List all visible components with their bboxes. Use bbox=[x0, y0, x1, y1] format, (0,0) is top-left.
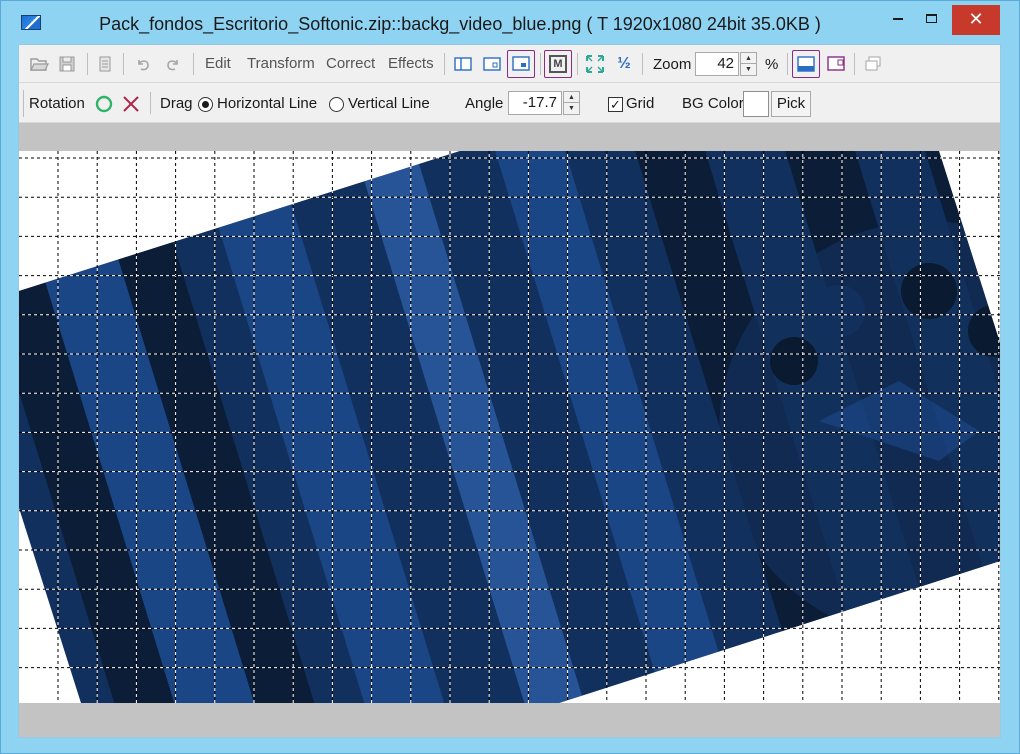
stepper-down-icon[interactable]: ▼ bbox=[741, 64, 756, 75]
image-canvas[interactable] bbox=[19, 151, 1000, 703]
zoom-input[interactable]: 42 bbox=[695, 52, 739, 76]
drag-label: Drag bbox=[160, 95, 193, 112]
undo-button[interactable] bbox=[131, 52, 155, 76]
minimize-button[interactable] bbox=[883, 5, 913, 35]
canvas-area bbox=[19, 123, 1000, 737]
fraction-icon: ½ bbox=[617, 55, 631, 72]
toolbar-separator bbox=[123, 53, 124, 75]
window-title: Pack_fondos_Escritorio_Softonic.zip::bac… bbox=[99, 14, 821, 34]
editor-client-area: Edit Transform Correct Effects M ½ Zoom … bbox=[18, 44, 1001, 738]
windows-cascade-icon bbox=[865, 56, 881, 71]
menu-correct[interactable]: Correct bbox=[326, 55, 375, 72]
status-bar bbox=[19, 703, 1000, 737]
close-icon: ✕ bbox=[968, 9, 984, 29]
film-reel-hole bbox=[813, 285, 865, 337]
toolbar-separator bbox=[642, 53, 643, 75]
minimize-icon bbox=[893, 17, 903, 20]
ok-circle-icon bbox=[95, 95, 113, 113]
bg-color-label: BG Color bbox=[682, 95, 744, 112]
menu-transform[interactable]: Transform bbox=[247, 55, 315, 72]
zoom-stepper[interactable]: ▲ ▼ bbox=[740, 52, 757, 76]
window-small-icon bbox=[483, 57, 501, 71]
toolbar-separator bbox=[444, 53, 445, 75]
fullscreen-button[interactable] bbox=[582, 52, 608, 76]
clipboard-button[interactable] bbox=[93, 52, 117, 76]
stepper-up-icon[interactable]: ▲ bbox=[564, 92, 579, 103]
menu-edit[interactable]: Edit bbox=[205, 55, 231, 72]
toolbar-grip bbox=[23, 90, 24, 117]
maximize-button[interactable] bbox=[916, 5, 946, 35]
horizontal-line-label[interactable]: Horizontal Line bbox=[217, 95, 317, 112]
save-button[interactable] bbox=[55, 52, 79, 76]
stepper-down-icon[interactable]: ▼ bbox=[564, 103, 579, 114]
close-button[interactable]: ✕ bbox=[952, 5, 1000, 35]
stepper-up-icon[interactable]: ▲ bbox=[741, 53, 756, 64]
pick-color-button[interactable]: Pick bbox=[771, 91, 811, 117]
redo-button[interactable] bbox=[161, 52, 185, 76]
m-icon: M bbox=[549, 55, 567, 73]
restore-window-button[interactable] bbox=[861, 52, 885, 76]
rotation-label: Rotation bbox=[29, 95, 85, 112]
main-toolbar: Edit Transform Correct Effects M ½ Zoom … bbox=[19, 45, 1000, 83]
toolbar-separator bbox=[87, 53, 88, 75]
apply-rotation-button[interactable] bbox=[93, 92, 115, 116]
vertical-line-label[interactable]: Vertical Line bbox=[348, 95, 430, 112]
toolbar-separator bbox=[540, 53, 541, 75]
vertical-line-radio[interactable] bbox=[329, 97, 344, 112]
menu-effects[interactable]: Effects bbox=[388, 55, 434, 72]
title-bar[interactable]: Pack_fondos_Escritorio_Softonic.zip::bac… bbox=[1, 1, 1019, 45]
toolbar-separator bbox=[150, 92, 151, 114]
document-icon bbox=[99, 56, 111, 72]
actual-size-button[interactable]: ½ bbox=[612, 52, 636, 76]
dock-bottom-icon bbox=[797, 56, 815, 72]
angle-label: Angle bbox=[465, 95, 504, 112]
undo-icon bbox=[138, 60, 149, 71]
view-single-button[interactable] bbox=[451, 52, 475, 76]
folder-open-icon bbox=[30, 58, 49, 71]
expand-arrows-icon bbox=[586, 55, 604, 73]
grid-checkbox[interactable]: ✓ bbox=[608, 97, 623, 112]
bg-color-swatch[interactable] bbox=[743, 91, 769, 117]
panel-layout-icon bbox=[454, 57, 472, 71]
image-content bbox=[19, 151, 1000, 703]
toolbar-separator bbox=[193, 53, 194, 75]
horizontal-line-radio[interactable] bbox=[198, 97, 213, 112]
angle-stepper[interactable]: ▲ ▼ bbox=[563, 91, 580, 115]
dock-side-button[interactable] bbox=[824, 52, 848, 76]
toolbar-separator bbox=[854, 53, 855, 75]
view-fit-button[interactable] bbox=[480, 52, 504, 76]
floppy-disk-icon bbox=[59, 56, 75, 72]
dock-bottom-button[interactable] bbox=[792, 50, 820, 78]
zoom-unit: % bbox=[765, 56, 779, 73]
angle-input[interactable]: -17.7 bbox=[508, 91, 562, 115]
app-logo-icon bbox=[21, 15, 41, 30]
toolbar-separator bbox=[577, 53, 578, 75]
cancel-x-icon bbox=[123, 96, 139, 112]
dock-side-icon bbox=[827, 56, 845, 71]
zoom-label: Zoom bbox=[653, 56, 692, 73]
cancel-rotation-button[interactable] bbox=[120, 92, 142, 116]
maximize-icon bbox=[925, 14, 937, 24]
app-window: Pack_fondos_Escritorio_Softonic.zip::bac… bbox=[0, 0, 1020, 754]
film-reel-hole bbox=[770, 337, 818, 385]
window-preview-icon bbox=[512, 56, 530, 71]
mode-m-button[interactable]: M bbox=[544, 50, 572, 78]
film-reel-hole bbox=[901, 263, 957, 319]
rotation-toolbar: Rotation Drag Horizontal Line Vertical L… bbox=[19, 84, 1000, 123]
rotated-image bbox=[19, 151, 1000, 703]
view-preview-button[interactable] bbox=[507, 50, 535, 78]
toolbar-separator bbox=[787, 53, 788, 75]
grid-label[interactable]: Grid bbox=[626, 95, 654, 112]
redo-icon bbox=[167, 60, 178, 71]
open-button[interactable] bbox=[27, 52, 51, 76]
